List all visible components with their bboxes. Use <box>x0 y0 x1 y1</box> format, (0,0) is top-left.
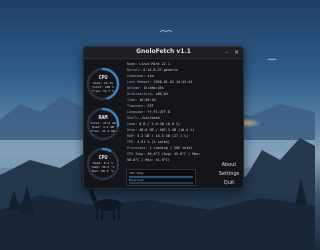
info-value: 1h:46m:45s <box>143 86 164 90</box>
usage-graph: CPU Temp Download <box>126 169 196 186</box>
gauge-cpu-temp: CPU Used: 8.1 % Temp: 46.0 °C Max: 80.0 … <box>86 147 120 181</box>
info-key: Uptime: <box>127 86 142 90</box>
info-key: RAM: <box>127 134 136 138</box>
info-key: Timezone: <box>127 104 146 108</box>
close-button[interactable]: ✕ <box>233 49 240 56</box>
window-titlebar[interactable]: GnoloFetch v1.1 – ✕ <box>84 47 243 59</box>
info-key: Shell: <box>127 116 140 120</box>
info-key: Language: <box>127 110 146 114</box>
info-value: EST <box>147 104 154 108</box>
info-key: Last Reboot: <box>127 80 152 84</box>
info-value: 4.91 % (2 cores) <box>137 140 170 144</box>
info-key: Name: <box>127 62 138 66</box>
about-button[interactable]: About <box>218 161 240 169</box>
system-info-list: Name: Linux Mint 22.1 Kernel: 6.14.0-37-g… <box>127 61 240 163</box>
minimize-button[interactable]: – <box>223 49 230 56</box>
info-value: 1 running / 285 total <box>149 146 193 150</box>
info-key: CPU Temp: <box>127 152 146 156</box>
quit-button[interactable]: Quit <box>218 179 240 187</box>
info-key: Processes: <box>127 146 148 150</box>
info-key: Architecture: <box>127 92 154 96</box>
info-key: Time: <box>127 98 138 102</box>
info-value: x86_64 <box>155 92 168 96</box>
info-value: fr_FI.UTF-8 <box>147 110 170 114</box>
info-value: 48.6 GB / 467.3 GB (10.4 %) <box>139 128 195 132</box>
info-value: 2026-01-02 14:45:44 <box>153 80 193 84</box>
window-title: GnoloFetch v1.1 <box>136 48 191 55</box>
gauge-cpu: CPU Used: 45.3% Total: 100 % Free: 54.7 … <box>86 67 120 101</box>
gauge-line: Free: 54.7 % <box>92 89 114 93</box>
info-value: xia <box>147 74 154 78</box>
graph-bar <box>129 182 193 184</box>
gauge-line: Max: 80.0 °C <box>92 169 114 173</box>
settings-button[interactable]: Settings <box>218 170 240 178</box>
info-key: Disk: <box>127 128 138 132</box>
info-value: 16:36:26 <box>139 98 156 102</box>
graph-label-cpu-temp: CPU Temp <box>129 171 144 175</box>
info-key: Codename: <box>127 74 146 78</box>
info-value: 50.0°C / Min: 41.0°C) <box>127 158 170 162</box>
info-value: 46.0°C (Avg: 45.6°C / Max: <box>147 152 201 156</box>
gauge-column: CPU Used: 45.3% Total: 100 % Free: 54.7 … <box>84 61 124 185</box>
info-value: 0 B / 2.0 GB (0.0 %) <box>139 122 181 126</box>
info-value: /bin/bash <box>141 116 160 120</box>
info-key: Swap: <box>127 122 138 126</box>
info-key: CPU: <box>127 140 136 144</box>
gauge-line: Free: 11.3 GB <box>91 129 115 133</box>
gauge-ram: RAM Total: 15.5 GB Used: 4.2 GB Free: 11… <box>86 107 120 141</box>
info-key: Kernel: <box>127 68 142 72</box>
info-value: 6.14.0-37-generic <box>143 68 179 72</box>
info-value: Linux Mint 22.1 <box>139 62 170 66</box>
gnolofetch-window: GnoloFetch v1.1 – ✕ CPU Used: 45.3% Tota… <box>83 46 244 189</box>
info-value: 4.2 GB / 15.5 GB (27.1 %) <box>137 134 189 138</box>
